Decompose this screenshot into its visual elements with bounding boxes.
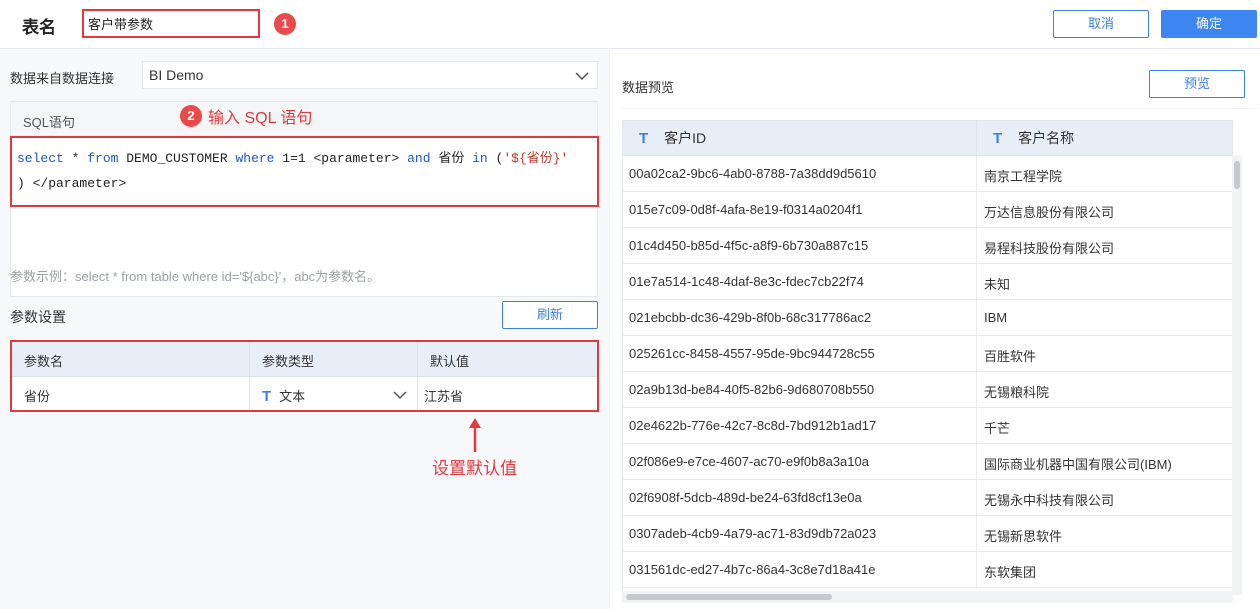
param-header-default: 默认值: [430, 354, 470, 369]
sql-token: 省份: [430, 151, 473, 166]
customer-id-cell: 02a9b13d-be84-40f5-82b6-9d680708b550: [623, 372, 977, 407]
table-row: 02e4622b-776e-42c7-8c8d-7bd912b1ad17 千芒: [623, 408, 1232, 444]
table-row: 02a9b13d-be84-40f5-82b6-9d680708b550 无锡粮科…: [623, 372, 1232, 408]
sql-code-editor[interactable]: select * from DEMO_CUSTOMER where 1=1 <p…: [10, 136, 599, 207]
table-row: 01c4d450-b85d-4f5c-a8f9-6b730a887c15 易程科技…: [623, 228, 1232, 264]
customer-name-cell: 无锡新思软件: [984, 529, 1063, 544]
column-header-customer-id[interactable]: T 客户ID: [623, 121, 977, 155]
customer-id-cell: 015e7c09-0d8f-4afa-8e19-f0314a0204f1: [623, 192, 977, 227]
customer-id-cell: 01c4d450-b85d-4f5c-a8f9-6b730a887c15: [623, 228, 977, 263]
customer-name-cell: 千芒: [984, 421, 1011, 436]
header-bar: 表名 1 取消 确定: [0, 0, 1260, 49]
param-name-cell: 省份: [12, 377, 250, 410]
column-header-label: 客户名称: [1018, 130, 1075, 146]
customer-name-cell: 易程科技股份有限公司: [984, 241, 1115, 256]
table-row: 02f086e9-e7ce-4607-ac70-e9f0b8a3a10a 国际商业…: [623, 444, 1232, 480]
confirm-button[interactable]: 确定: [1161, 10, 1257, 38]
table-row: 02f6908f-5dcb-489d-be24-63fd8cf13e0a 无锡永中…: [623, 480, 1232, 516]
sql-token: '${省份}': [503, 151, 569, 166]
callout-badge-2: 2: [180, 105, 202, 127]
customer-id-cell: 025261cc-8458-4557-95de-9bc944728c55: [623, 336, 977, 371]
param-settings-title: 参数设置: [10, 309, 66, 325]
customer-name-cell: 国际商业机器中国有限公司(IBM): [984, 457, 1172, 472]
sql-token: *: [63, 151, 88, 166]
param-default-input[interactable]: 江苏省: [418, 377, 597, 410]
sql-token: from: [87, 151, 119, 166]
data-source-label: 数据来自数据连接: [10, 71, 115, 86]
param-table-row: 省份 T 文本 江苏省: [12, 377, 597, 410]
sql-annotation-text: 输入 SQL 语句: [208, 110, 313, 127]
customer-id-cell: 02e4622b-776e-42c7-8c8d-7bd912b1ad17: [623, 408, 977, 443]
sql-token: 1=1 <parameter>: [274, 151, 408, 166]
text-type-icon: T: [262, 388, 272, 405]
customer-id-cell: 00a02ca2-9bc6-4ab0-8788-7a38dd9d5610: [623, 156, 977, 191]
scrollbar-thumb[interactable]: [1234, 161, 1240, 189]
customer-name-cell: 未知: [984, 277, 1011, 292]
scrollbar-thumb[interactable]: [626, 594, 832, 600]
param-hint-text: 参数示例：select * from table where id='${abc…: [10, 269, 381, 284]
customer-id-cell: 021ebcbb-dc36-429b-8f0b-68c317786ac2: [623, 300, 977, 335]
data-preview-panel: 数据预览 预览 T 客户ID T 客户名称 00a02ca2-9bc6-4ab0…: [610, 50, 1260, 609]
param-type-value: 文本: [279, 389, 306, 404]
horizontal-scrollbar[interactable]: [622, 591, 1233, 603]
sql-token: in: [472, 151, 488, 166]
sql-token: (: [487, 151, 504, 166]
table-row: 031561dc-ed27-4b7c-86a4-3c8e7d18a41e 东软集团: [623, 552, 1232, 588]
cancel-button[interactable]: 取消: [1053, 10, 1149, 38]
chevron-down-icon: [393, 391, 407, 400]
table-row: 00a02ca2-9bc6-4ab0-8788-7a38dd9d5610 南京工程…: [623, 156, 1232, 192]
sql-config-panel: 数据来自数据连接 BI Demo SQL语句 2 输入 SQL 语句 selec…: [0, 50, 610, 609]
table-name-input[interactable]: [82, 9, 260, 38]
data-connection-select[interactable]: BI Demo: [142, 61, 598, 89]
divider: [622, 108, 1258, 109]
arrow-up-icon: [469, 418, 481, 452]
table-row: 015e7c09-0d8f-4afa-8e19-f0314a0204f1 万达信息…: [623, 192, 1232, 228]
callout-badge-1: 1: [274, 13, 296, 35]
customer-name-cell: 无锡永中科技有限公司: [984, 493, 1115, 508]
customer-name-cell: 无锡粮科院: [984, 385, 1050, 400]
table-row: 021ebcbb-dc36-429b-8f0b-68c317786ac2 IBM: [623, 300, 1232, 336]
data-connection-value: BI Demo: [149, 67, 204, 83]
customer-name-cell: IBM: [984, 310, 1008, 325]
preview-grid-header: T 客户ID T 客户名称: [623, 121, 1232, 156]
sql-line-2: ) </parameter>: [17, 176, 127, 191]
customer-id-cell: 02f6908f-5dcb-489d-be24-63fd8cf13e0a: [623, 480, 977, 515]
sql-token: select: [17, 151, 64, 166]
param-table-header: 参数名 参数类型 默认值: [12, 342, 597, 377]
param-header-type: 参数类型: [250, 342, 418, 376]
customer-id-cell: 02f086e9-e7ce-4607-ac70-e9f0b8a3a10a: [623, 444, 977, 479]
param-table: 参数名 参数类型 默认值 省份 T 文本 江苏省: [10, 340, 599, 412]
text-type-icon: T: [993, 129, 1003, 147]
table-name-label: 表名: [22, 18, 56, 37]
data-preview-title: 数据预览: [622, 80, 675, 95]
preview-grid-body: 00a02ca2-9bc6-4ab0-8788-7a38dd9d5610 南京工程…: [623, 156, 1232, 588]
sql-token: where: [235, 151, 275, 166]
customer-id-cell: 0307adeb-4cb9-4a79-ac71-83d9db72a023: [623, 516, 977, 551]
chevron-down-icon: [575, 72, 589, 81]
param-type-select[interactable]: T 文本: [250, 377, 418, 410]
refresh-button[interactable]: 刷新: [502, 301, 598, 329]
table-row: 025261cc-8458-4557-95de-9bc944728c55 百胜软件: [623, 336, 1232, 372]
customer-name-cell: 南京工程学院: [984, 169, 1063, 184]
customer-name-cell: 百胜软件: [984, 349, 1037, 364]
default-value-annotation: 设置默认值: [432, 459, 517, 478]
preview-grid: T 客户ID T 客户名称 00a02ca2-9bc6-4ab0-8788-7a…: [622, 120, 1233, 598]
sql-annotation: 2 输入 SQL 语句: [180, 104, 312, 128]
param-header-name: 参数名: [12, 342, 250, 376]
sql-token: and: [407, 151, 431, 166]
preview-button[interactable]: 预览: [1149, 70, 1245, 98]
customer-name-cell: 东软集团: [984, 565, 1037, 580]
customer-name-cell: 万达信息股份有限公司: [984, 205, 1115, 220]
vertical-scrollbar[interactable]: [1232, 155, 1242, 595]
customer-id-cell: 01e7a514-1c48-4daf-8e3c-fdec7cb22f74: [623, 264, 977, 299]
sql-token: DEMO_CUSTOMER: [118, 151, 236, 166]
customer-id-cell: 031561dc-ed27-4b7c-86a4-3c8e7d18a41e: [623, 552, 977, 587]
table-row: 0307adeb-4cb9-4a79-ac71-83d9db72a023 无锡新思…: [623, 516, 1232, 552]
text-type-icon: T: [639, 129, 649, 147]
column-header-label: 客户ID: [664, 130, 707, 146]
table-row: 01e7a514-1c48-4daf-8e3c-fdec7cb22f74 未知: [623, 264, 1232, 300]
column-header-customer-name[interactable]: T 客户名称: [977, 121, 1232, 155]
